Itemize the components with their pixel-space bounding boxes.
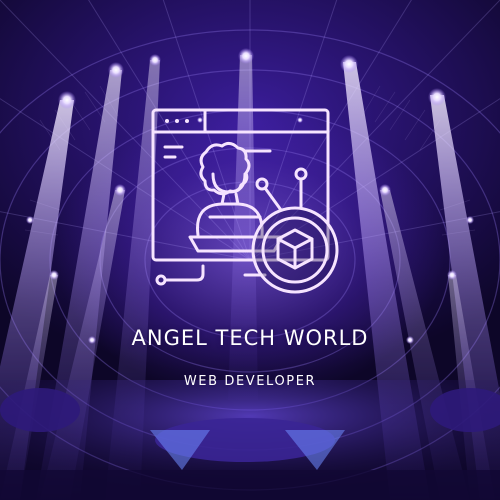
brand-tagline: WEB DEVELOPER <box>183 374 317 389</box>
logo-canvas: ANGEL TECH WORLD WEB DEVELOPER <box>0 0 500 500</box>
brand-name: ANGEL TECH WORLD <box>131 326 369 350</box>
web-developer-icon <box>151 108 339 294</box>
